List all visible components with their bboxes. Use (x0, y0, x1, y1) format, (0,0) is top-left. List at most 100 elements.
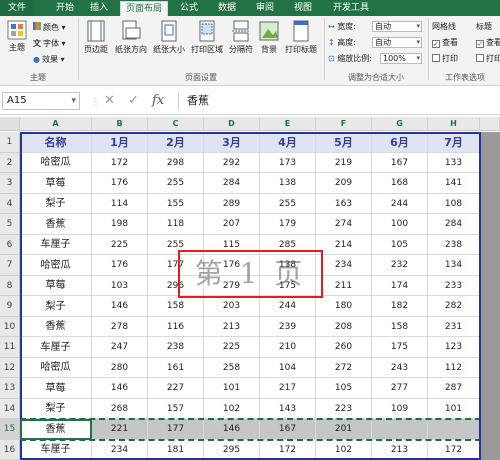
value-cell[interactable]: 167 (372, 153, 428, 173)
value-cell[interactable]: 176 (204, 255, 260, 276)
value-cell[interactable]: 247 (92, 337, 148, 358)
worksheet-grid[interactable]: ABCDEFGH 1 2 3 4 5 6 7 8 9 10 11 12 13 14 15 16 名称 1月 2月 3… (0, 117, 500, 460)
value-cell[interactable]: 172 (92, 153, 148, 173)
tab-view[interactable]: 视图 (288, 0, 318, 16)
row-header-7[interactable]: 7 (0, 255, 20, 276)
colors-button[interactable]: 颜色 ▾ (33, 22, 66, 33)
value-cell[interactable]: 101 (428, 399, 480, 419)
name-cell[interactable]: 香蕉 (20, 317, 92, 337)
name-cell[interactable]: 草莓 (20, 173, 92, 194)
value-cell[interactable]: 114 (92, 194, 148, 214)
height-select[interactable]: 自动 (372, 37, 422, 48)
value-cell[interactable]: 232 (372, 255, 428, 276)
value-cell[interactable]: 233 (428, 276, 480, 296)
name-cell[interactable]: 梨子 (20, 296, 92, 317)
header-cell[interactable]: 4月 (260, 132, 316, 153)
enter-icon[interactable]: ✓ (128, 93, 139, 108)
header-cell[interactable]: 2月 (148, 132, 204, 153)
row-header-15[interactable]: 15 (0, 419, 20, 440)
themes-button[interactable]: 主题 (4, 20, 30, 53)
value-cell[interactable]: 285 (260, 235, 316, 255)
value-cell[interactable]: 272 (316, 358, 372, 378)
header-cell[interactable]: 1月 (92, 132, 148, 153)
name-cell[interactable]: 梨子 (20, 194, 92, 214)
tab-insert[interactable]: 插入 (84, 0, 114, 16)
column-header-c[interactable]: C (148, 117, 204, 131)
row-header-1[interactable]: 1 (0, 132, 20, 153)
value-cell[interactable]: 123 (428, 337, 480, 358)
value-cell[interactable]: 217 (260, 378, 316, 399)
value-cell[interactable]: 175 (372, 337, 428, 358)
formula-input[interactable]: 香蕉 (178, 92, 498, 110)
value-cell[interactable]: 211 (316, 276, 372, 296)
value-cell[interactable] (372, 419, 428, 440)
row-header-14[interactable]: 14 (0, 399, 20, 419)
value-cell[interactable]: 177 (148, 419, 204, 440)
value-cell[interactable]: 155 (148, 194, 204, 214)
value-cell[interactable]: 243 (372, 358, 428, 378)
row-header-5[interactable]: 5 (0, 214, 20, 235)
name-cell[interactable]: 哈密瓜 (20, 358, 92, 378)
column-header-e[interactable]: E (260, 117, 316, 131)
row-header-9[interactable]: 9 (0, 296, 20, 317)
value-cell[interactable]: 284 (428, 214, 480, 235)
print-area-button[interactable]: 打印区域 (188, 20, 226, 55)
tab-home[interactable]: 开始 (48, 0, 82, 16)
header-cell[interactable]: 6月 (372, 132, 428, 153)
header-cell[interactable]: 名称 (20, 132, 92, 153)
value-cell[interactable]: 258 (204, 358, 260, 378)
value-cell[interactable]: 168 (372, 173, 428, 194)
breaks-button[interactable]: 分隔符 (226, 20, 256, 55)
value-cell[interactable]: 207 (204, 214, 260, 235)
value-cell[interactable]: 176 (92, 255, 148, 276)
name-cell[interactable]: 香蕉 (20, 419, 92, 440)
name-cell[interactable]: 车厘子 (20, 337, 92, 358)
value-cell[interactable]: 105 (372, 235, 428, 255)
row-header-3[interactable]: 3 (0, 173, 20, 194)
value-cell[interactable]: 103 (92, 276, 148, 296)
size-button[interactable]: 纸张大小 (150, 20, 188, 55)
background-button[interactable]: 背景 (256, 20, 282, 55)
value-cell[interactable]: 112 (428, 358, 480, 378)
tab-data[interactable]: 数据 (212, 0, 242, 16)
row-header-12[interactable]: 12 (0, 358, 20, 378)
value-cell[interactable]: 138 (260, 173, 316, 194)
name-cell[interactable]: 香蕉 (20, 214, 92, 235)
column-header-b[interactable]: B (92, 117, 148, 131)
column-header-f[interactable]: F (316, 117, 372, 131)
tab-formulas[interactable]: 公式 (174, 0, 204, 16)
value-cell[interactable]: 146 (92, 378, 148, 399)
name-cell[interactable]: 车厘子 (20, 235, 92, 255)
name-cell[interactable]: 车厘子 (20, 440, 92, 460)
value-cell[interactable]: 244 (372, 194, 428, 214)
value-cell[interactable]: 287 (428, 378, 480, 399)
value-cell[interactable]: 231 (428, 317, 480, 337)
insert-function-icon[interactable]: fx (152, 93, 164, 108)
effects-button[interactable]: ● 效果 ▾ (33, 54, 65, 65)
value-cell[interactable]: 268 (92, 399, 148, 419)
row-header-13[interactable]: 13 (0, 378, 20, 399)
gridlines-print-checkbox[interactable]: 打印 (432, 53, 458, 64)
value-cell[interactable]: 138 (260, 255, 316, 276)
row-header-16[interactable]: 16 (0, 440, 20, 460)
value-cell[interactable]: 255 (148, 235, 204, 255)
tab-developer[interactable]: 开发工具 (326, 0, 376, 16)
column-header-g[interactable]: G (372, 117, 428, 131)
value-cell[interactable]: 221 (92, 419, 148, 440)
value-cell[interactable]: 101 (204, 378, 260, 399)
value-cell[interactable]: 213 (372, 440, 428, 460)
value-cell[interactable]: 223 (316, 399, 372, 419)
cancel-icon[interactable]: ✕ (104, 93, 115, 108)
print-titles-button[interactable]: 打印标题 (282, 20, 320, 55)
select-all-corner[interactable] (0, 117, 20, 131)
value-cell[interactable]: 174 (372, 276, 428, 296)
value-cell[interactable]: 116 (148, 317, 204, 337)
value-cell[interactable]: 234 (316, 255, 372, 276)
column-header-d[interactable]: D (204, 117, 260, 131)
value-cell[interactable]: 179 (260, 214, 316, 235)
value-cell[interactable]: 102 (316, 440, 372, 460)
value-cell[interactable]: 163 (316, 194, 372, 214)
value-cell[interactable]: 279 (204, 276, 260, 296)
scale-spinner[interactable]: 100% (380, 53, 422, 64)
value-cell[interactable]: 181 (148, 440, 204, 460)
